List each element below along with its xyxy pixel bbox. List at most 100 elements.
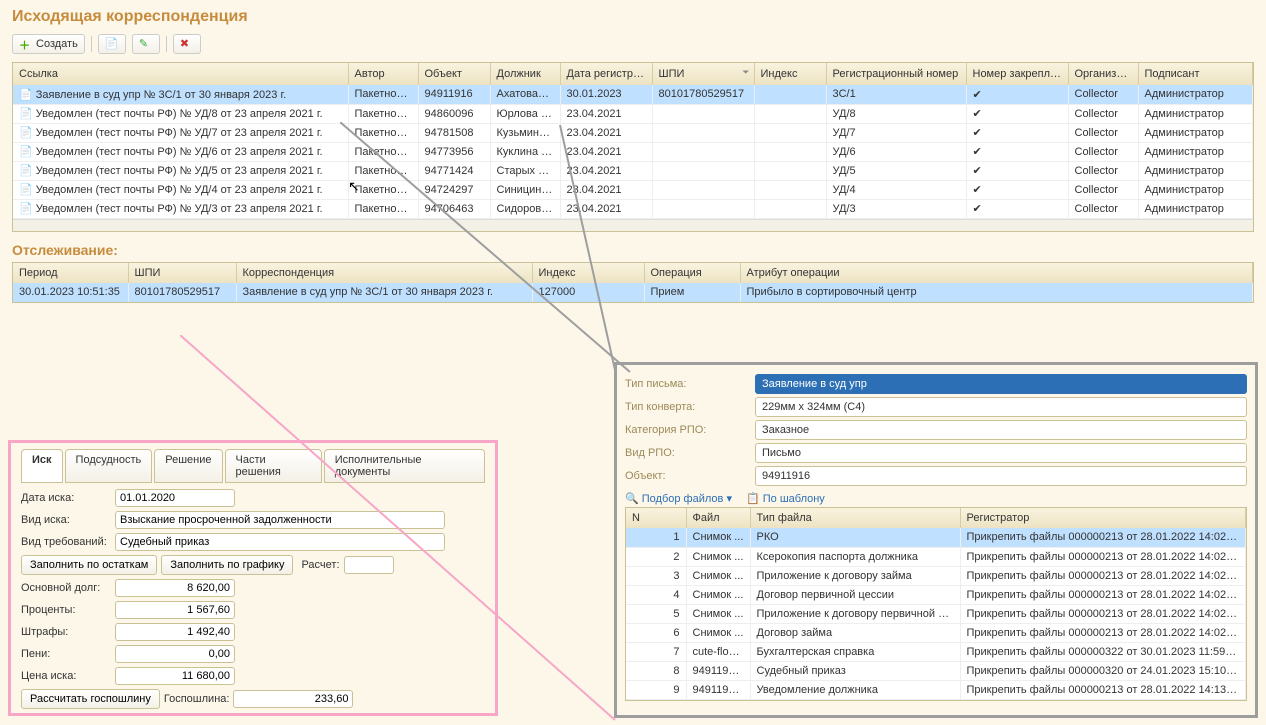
tab-2[interactable]: Решение (154, 449, 222, 483)
penalty-label: Пени: (21, 648, 111, 660)
suit-date-input[interactable] (115, 489, 235, 507)
column-header[interactable]: ШПИ⏷ (652, 63, 754, 85)
cell-shpi (652, 180, 754, 199)
column-header[interactable]: Ссылка (13, 63, 348, 85)
cell-link: 📄 Уведомлен (тест почты РФ) № УД/3 от 23… (13, 199, 348, 218)
correspondence-table[interactable]: СсылкаАвторОбъектДолжникДата регистрац..… (12, 62, 1254, 232)
interest-label: Проценты: (21, 604, 111, 616)
cell-reg: УД/6 (826, 142, 966, 161)
column-header[interactable]: N (626, 508, 686, 528)
calc-fee-button[interactable]: Рассчитать госпошлину (21, 689, 160, 709)
fee-label: Госпошлина: (164, 693, 230, 705)
cell-object: 94773956 (418, 142, 490, 161)
tab-1[interactable]: Подсудность (65, 449, 153, 483)
cell-index (754, 85, 826, 104)
table-row[interactable]: 📄 Уведомлен (тест почты РФ) № УД/7 от 23… (13, 123, 1253, 142)
column-header[interactable]: Подписант (1138, 63, 1253, 85)
pick-files-link[interactable]: 🔍 Подбор файлов ▾ (625, 492, 732, 505)
table-row[interactable]: 1Снимок ...РКОПрикрепить файлы 000000213… (626, 528, 1246, 547)
category-value[interactable]: Заказное (755, 420, 1247, 440)
kind-value[interactable]: Письмо (755, 443, 1247, 463)
column-header[interactable]: Регистрационный номер (826, 63, 966, 85)
column-header[interactable]: Период (13, 263, 128, 283)
tab-4[interactable]: Исполнительные документы (324, 449, 485, 483)
cell-org: Collector (1068, 104, 1138, 123)
table-row[interactable]: 3Снимок ...Приложение к договору займаПр… (626, 566, 1246, 585)
suit-demand-input[interactable] (115, 533, 445, 551)
column-header[interactable]: Организац... (1068, 63, 1138, 85)
scrollbar-horizontal[interactable] (13, 219, 1253, 231)
column-header[interactable]: Атрибут операции (740, 263, 1253, 283)
suit-panel: ИскПодсудностьРешениеЧасти решенияИсполн… (8, 440, 498, 716)
interest-input[interactable] (115, 601, 235, 619)
cell-org: Collector (1068, 123, 1138, 142)
cell-period: 30.01.2023 10:51:35 (13, 283, 128, 302)
by-template-link[interactable]: 📋 По шаблону (746, 492, 825, 505)
cell-corr: Заявление в суд упр № 3С/1 от 30 января … (236, 283, 532, 302)
edit-button[interactable]: ✎ (132, 34, 160, 54)
cell-object: 94771424 (418, 161, 490, 180)
column-header[interactable]: Автор (348, 63, 418, 85)
envelope-value[interactable]: 229мм x 324мм (С4) (755, 397, 1247, 417)
table-row[interactable]: 5Снимок ...Приложение к договору первичн… (626, 604, 1246, 623)
table-row[interactable]: 📄 Заявление в суд упр № 3С/1 от 30 январ… (13, 85, 1253, 104)
fee-input[interactable] (233, 690, 353, 708)
cell-n: 2 (626, 547, 686, 566)
filter-icon[interactable]: ⏷ (742, 67, 749, 78)
tab-0[interactable]: Иск (21, 449, 63, 483)
column-header[interactable]: Должник (490, 63, 560, 85)
fill-by-schedule-button[interactable]: Заполнить по графику (161, 555, 293, 575)
cell-n: 4 (626, 585, 686, 604)
cell-index (754, 142, 826, 161)
table-row[interactable]: 📄 Уведомлен (тест почты РФ) № УД/4 от 23… (13, 180, 1253, 199)
cell-link: 📄 Уведомлен (тест почты РФ) № УД/6 от 23… (13, 142, 348, 161)
type-label: Вид иска: (21, 514, 111, 526)
column-header[interactable]: Объект (418, 63, 490, 85)
table-row[interactable]: 📄 Уведомлен (тест почты РФ) № УД/3 от 23… (13, 199, 1253, 218)
table-row[interactable]: 7cute-flow...Бухгалтерская справкаПрикре… (626, 642, 1246, 661)
column-header[interactable]: Тип файла (750, 508, 960, 528)
calc-input[interactable] (344, 556, 394, 574)
table-row[interactable]: 6Снимок ...Договор займаПрикрепить файлы… (626, 623, 1246, 642)
cell-fixed: ✔ (966, 199, 1068, 218)
files-table[interactable]: NФайлТип файлаРегистратор 1Снимок ...РКО… (625, 507, 1247, 701)
column-header[interactable]: Файл (686, 508, 750, 528)
suit-type-input[interactable] (115, 511, 445, 529)
table-row[interactable]: 2Снимок ...Ксерокопия паспорта должникаП… (626, 547, 1246, 566)
cell-shpi (652, 104, 754, 123)
table-row[interactable]: 📄 Уведомлен (тест почты РФ) № УД/5 от 23… (13, 161, 1253, 180)
table-row[interactable]: 89491191...Судебный приказПрикрепить фай… (626, 661, 1246, 680)
cell-type: Договор займа (750, 623, 960, 642)
column-header[interactable]: Индекс (754, 63, 826, 85)
letter-type-value[interactable]: Заявление в суд упр (755, 374, 1247, 394)
table-row[interactable]: 4Снимок ...Договор первичной цессииПрикр… (626, 585, 1246, 604)
cell-author: Пакетное с... (348, 123, 418, 142)
tab-3[interactable]: Части решения (225, 449, 322, 483)
cell-type: Бухгалтерская справка (750, 642, 960, 661)
create-button[interactable]: ＋ Создать (12, 34, 85, 54)
column-header[interactable]: Операция (644, 263, 740, 283)
column-header[interactable]: ШПИ (128, 263, 236, 283)
principal-input[interactable] (115, 579, 235, 597)
table-row[interactable]: 📄 Уведомлен (тест почты РФ) № УД/6 от 23… (13, 142, 1253, 161)
column-header[interactable]: Номер закреплен (966, 63, 1068, 85)
tracking-table[interactable]: ПериодШПИКорреспонденцияИндексОперацияАт… (12, 262, 1254, 303)
column-header[interactable]: Корреспонденция (236, 263, 532, 283)
column-header[interactable]: Индекс (532, 263, 644, 283)
price-input[interactable] (115, 667, 235, 685)
object-value[interactable]: 94911916 (755, 466, 1247, 486)
fill-by-rest-button[interactable]: Заполнить по остаткам (21, 555, 157, 575)
table-row[interactable]: 99491191...Уведомление должникаПрикрепит… (626, 680, 1246, 699)
template-icon: 📋 (746, 493, 760, 505)
column-header[interactable]: Дата регистрац... (560, 63, 652, 85)
date-label: Дата иска: (21, 492, 111, 504)
cell-link: 📄 Заявление в суд упр № 3С/1 от 30 январ… (13, 85, 348, 104)
cell-date: 23.04.2021 (560, 123, 652, 142)
fines-input[interactable] (115, 623, 235, 641)
penalty-input[interactable] (115, 645, 235, 663)
column-header[interactable]: Регистратор (960, 508, 1246, 528)
copy-button[interactable]: 📄 (98, 34, 126, 54)
table-row[interactable]: 📄 Уведомлен (тест почты РФ) № УД/8 от 23… (13, 104, 1253, 123)
delete-button[interactable]: ✖ (173, 34, 201, 54)
table-row[interactable]: 30.01.2023 10:51:3580101780529517Заявлен… (13, 283, 1253, 302)
